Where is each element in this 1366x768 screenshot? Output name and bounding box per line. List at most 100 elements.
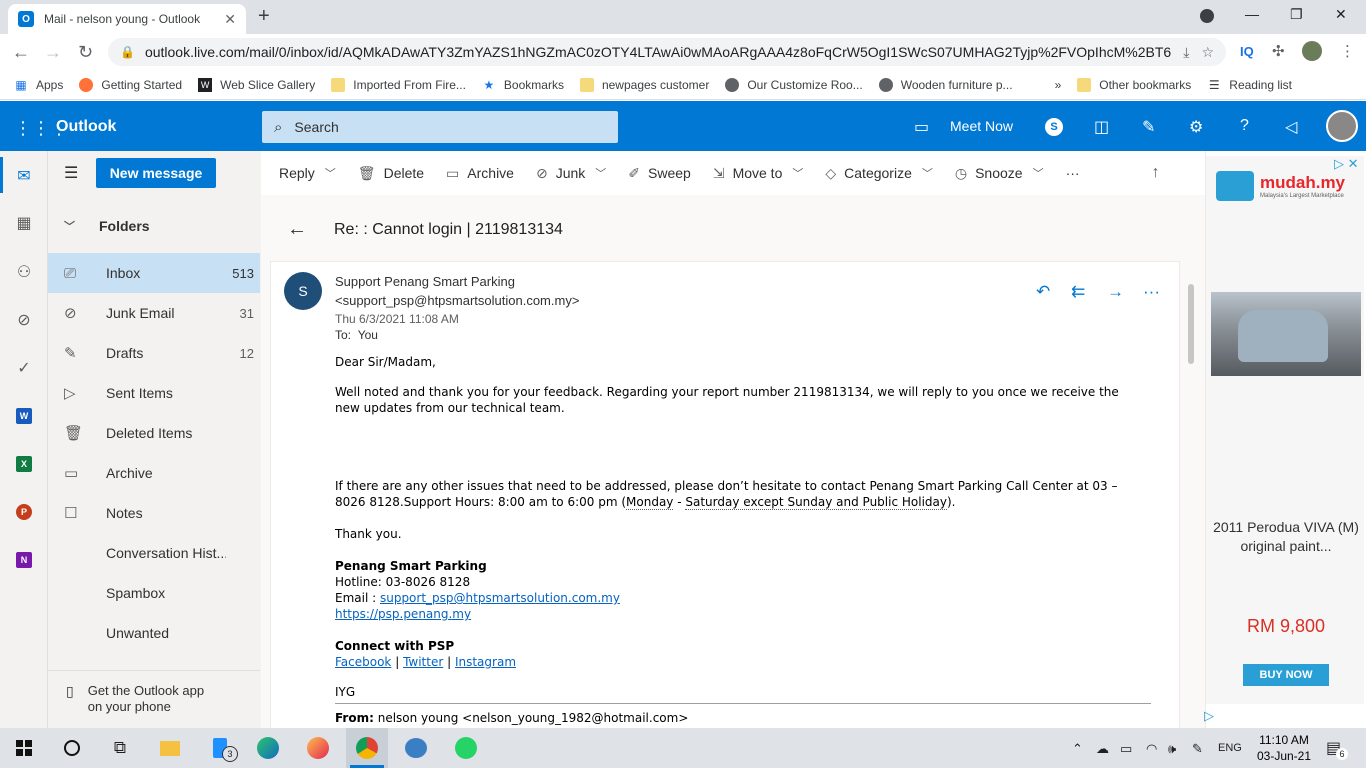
onenote-icon[interactable]: N [16,552,32,568]
bookmark-imported[interactable]: Imported From Fire... [331,77,466,92]
more-actions-button[interactable]: ··· [1066,165,1080,181]
messenger-icon[interactable] [404,736,428,760]
close-tab-icon[interactable]: ✕ [224,11,236,28]
input-language[interactable]: ENG [1218,742,1242,754]
excel-icon[interactable]: X [16,456,32,472]
browser-tab[interactable]: O Mail - nelson young - Outlook ✕ [8,4,246,34]
snooze-button[interactable]: ◷ Snooze ﹀ [955,165,1044,182]
address-bar[interactable]: 🔒 outlook.live.com/mail/0/inbox/id/AQMkA… [108,38,1226,66]
forward-icon[interactable]: → [44,42,62,63]
volume-icon[interactable]: 🕪 [1168,741,1176,757]
bookmark-newpages[interactable]: newpages customer [579,77,709,92]
app-title[interactable]: Outlook [56,118,116,136]
chevron-down-icon[interactable]: ﹀ [792,165,803,181]
buy-now-button[interactable]: BUY NOW [1243,664,1329,686]
help-icon[interactable]: ? [1240,117,1249,135]
new-message-button[interactable]: New message [96,158,216,188]
folder-conversation-history[interactable]: Conversation Hist... [48,533,260,573]
back-icon[interactable]: ← [12,42,30,63]
bookmark-customize-room[interactable]: Our Customize Roo... [725,77,863,92]
chevron-down-icon[interactable]: ﹀ [922,165,933,181]
whatsapp-icon[interactable] [454,736,478,760]
file-explorer-icon[interactable] [158,736,182,760]
chevron-down-icon[interactable]: ﹀ [1033,165,1044,181]
sender-avatar[interactable]: S [284,272,322,310]
more-options-icon[interactable]: ··· [1143,282,1160,302]
meet-now-button[interactable]: Meet Now [950,118,1013,134]
maximize-icon[interactable]: ❐ [1290,6,1303,23]
bookmark-bookmarks[interactable]: ★ Bookmarks [482,78,564,92]
folder-archive[interactable]: ▭ Archive [48,453,260,493]
chevron-down-icon[interactable]: ﹀ [325,165,336,181]
categorize-button[interactable]: ◇ Categorize ﹀ [825,165,932,182]
folder-spambox[interactable]: Spambox [48,573,260,613]
bookmark-apps[interactable]: ▦ Apps [14,78,63,92]
wifi-icon[interactable]: ◠ [1146,741,1157,757]
reply-icon[interactable]: ↶ [1036,282,1050,302]
skype-icon[interactable]: S [1045,118,1063,136]
reload-icon[interactable]: ↻ [78,42,93,63]
task-view-icon[interactable]: ⧉ [108,736,132,760]
search-input[interactable]: ⌕ Search [262,111,618,143]
iq-extension-icon[interactable]: IQ [1240,44,1254,59]
folder-inbox[interactable]: ⎚ Inbox 513 [48,253,260,293]
folder-junk-email[interactable]: ⊘ Junk Email 31 [48,293,260,333]
settings-gear-icon[interactable]: ⚙ [1189,117,1203,137]
video-camera-icon[interactable]: ▭ [914,117,929,137]
bookmarks-overflow-icon[interactable]: » [1055,78,1062,92]
attachment-icon[interactable]: ⊘ [14,310,34,330]
collapse-up-icon[interactable]: ↑ [1152,164,1160,182]
chrome-menu-icon[interactable]: ⋮ [1340,42,1355,60]
bookmark-web-slice[interactable]: W Web Slice Gallery [198,77,315,92]
sweep-button[interactable]: ✐ Sweep [628,165,691,182]
whats-new-megaphone-icon[interactable]: ◁ [1285,117,1297,137]
support-email-link[interactable]: support_psp@htpsmartsolution.com.my [380,591,620,605]
search-circle-icon[interactable] [60,736,84,760]
ad-title[interactable]: 2011 Perodua VIVA (M) original paint... [1212,518,1360,556]
account-avatar[interactable] [1326,110,1358,142]
profile-menu-icon[interactable] [1200,9,1214,23]
adchoices-icon[interactable]: ▷ [1204,708,1214,724]
todo-check-icon[interactable]: ✓ [14,358,34,378]
reply-button[interactable]: Reply ﹀ [279,165,336,181]
bookmark-other[interactable]: Other bookmarks [1077,77,1191,92]
instagram-link[interactable]: Instagram [455,655,516,669]
calendar-icon[interactable]: ▦ [14,213,34,233]
back-arrow-icon[interactable]: ← [287,218,307,241]
my-day-icon[interactable]: ✎ [1142,117,1155,137]
edge-icon[interactable] [256,736,280,760]
sender-name[interactable]: Support Penang Smart Parking <support_ps… [335,272,755,310]
folder-sent-items[interactable]: ▷ Sent Items [48,373,260,413]
firefox-taskbar-icon[interactable] [306,736,330,760]
reply-all-icon[interactable]: ⇇ [1071,282,1085,302]
mail-icon[interactable]: ✉ [14,166,34,186]
windows-start-icon[interactable] [12,736,36,760]
folder-drafts[interactable]: ✎ Drafts 12 [48,333,260,373]
folders-header[interactable]: ﹀ Folders [64,218,150,234]
facebook-link[interactable]: Facebook [335,655,391,669]
pen-icon[interactable]: ✎ [1192,741,1203,757]
extensions-puzzle-icon[interactable]: ✣ [1272,42,1285,60]
word-icon[interactable]: W [16,408,32,424]
powerpoint-icon[interactable]: P [16,504,32,520]
onedrive-icon[interactable]: ☁ [1096,741,1109,757]
hamburger-menu-icon[interactable]: ☰ [64,163,78,183]
reading-list[interactable]: ☰ Reading list [1207,78,1292,92]
move-to-button[interactable]: ⇲ Move to ﹀ [713,165,804,182]
close-window-icon[interactable]: ✕ [1335,6,1347,23]
folder-unwanted[interactable]: Unwanted [48,613,260,653]
junk-button[interactable]: ⊘ Junk ﹀ [536,165,606,182]
profile-avatar-icon[interactable] [1302,41,1322,61]
scrollbar-thumb[interactable] [1188,284,1194,364]
chevron-down-icon[interactable]: ﹀ [595,165,606,181]
website-link[interactable]: https://psp.penang.my [335,607,471,621]
folder-notes[interactable]: ☐ Notes [48,493,260,533]
mudah-logo[interactable]: mudah.my Malaysia's Largest Marketplace [1216,166,1356,206]
recipient[interactable]: You [358,328,378,342]
office-icon[interactable]: ◫ [1094,117,1109,137]
tray-chevron-up-icon[interactable]: ⌃ [1072,741,1083,757]
delete-button[interactable]: 🗑 Delete [358,165,424,182]
archive-button[interactable]: ▭ Archive [446,165,514,182]
new-tab-icon[interactable]: + [258,5,270,28]
chrome-icon[interactable] [355,736,379,760]
